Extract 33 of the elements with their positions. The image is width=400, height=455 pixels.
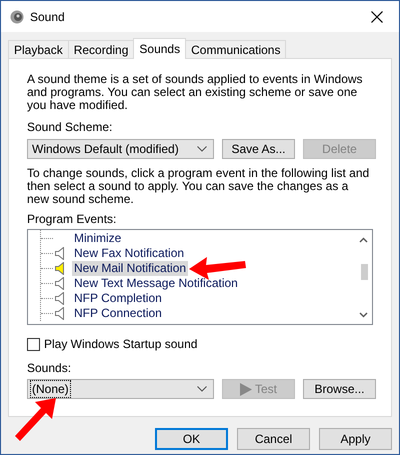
scroll-thumb[interactable]	[361, 264, 368, 280]
scheme-button[interactable]: Save As...	[222, 139, 295, 159]
dialog-button[interactable]: Cancel	[237, 428, 310, 450]
window-title: Sound	[30, 10, 65, 24]
event-item[interactable]: NFP Connection	[72, 306, 164, 321]
scheme-label: Sound Scheme:	[27, 120, 114, 134]
event-item[interactable]: New Mail Notification	[72, 261, 188, 276]
tab[interactable]: Playback	[8, 40, 69, 58]
tab[interactable]: Sounds	[133, 38, 186, 59]
scroll-up-icon[interactable]	[359, 237, 368, 243]
sounds-label: Sounds:	[27, 361, 72, 375]
dropdown-caret-icon	[197, 386, 207, 392]
annotation-arrow	[14, 397, 58, 443]
events-label: Program Events:	[27, 212, 118, 226]
annotation-arrow	[187, 254, 247, 280]
event-item[interactable]: New Fax Notification	[72, 246, 186, 261]
dialog-button[interactable]: OK	[155, 428, 228, 450]
description-text: A sound theme is a set of sounds applied to events in Windows and programs. You can select an existing scheme or save one you have modified.	[27, 73, 364, 112]
play-icon	[240, 382, 252, 396]
instructions-text: To change sounds, click a program event in the following list and then select a sound to apply. You can save the changes as a new sound scheme.	[27, 167, 370, 206]
dropdown-caret-icon	[197, 146, 207, 152]
tab[interactable]: Communications	[185, 40, 286, 58]
event-item[interactable]: NFP Completion	[72, 291, 164, 306]
dialog-button[interactable]: Apply	[319, 428, 392, 450]
event-item[interactable]: Minimize	[72, 231, 124, 246]
startup-checkbox[interactable]: Play Windows Startup sound	[27, 337, 391, 351]
scroll-down-icon[interactable]	[359, 312, 368, 318]
tab[interactable]: Recording	[68, 40, 134, 58]
close-icon[interactable]	[371, 10, 383, 22]
scheme-dropdown[interactable]: Windows Default (modified)	[27, 139, 214, 159]
event-item[interactable]: New Text Message Notification	[72, 276, 240, 291]
sound-button[interactable]: Browse...	[303, 379, 376, 399]
sound-dropdown[interactable]: (None)	[27, 379, 214, 399]
